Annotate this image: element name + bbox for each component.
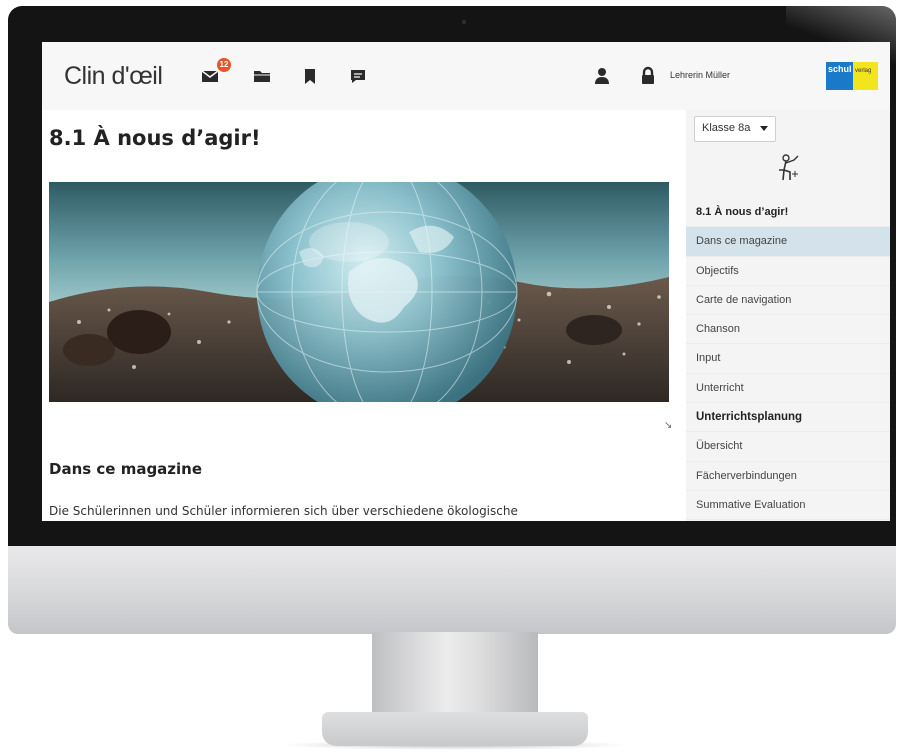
- teacher-board-icon[interactable]: [774, 154, 800, 184]
- sidebar: Klasse 8a 8.1 À nous d’agir! Dans ce mag…: [686, 110, 890, 521]
- monitor-stand-neck: [372, 632, 538, 720]
- page-title: 8.1 À nous d’agir!: [49, 126, 261, 150]
- publisher-logo-subtext: verlag: [855, 68, 872, 74]
- user-name[interactable]: Lehrerin Müller: [670, 70, 730, 80]
- chevron-down-icon: [760, 126, 768, 131]
- monitor: Clin d'œil 12 Lehrerin Müller schul verl…: [8, 6, 896, 634]
- sidebar-item-uebersicht[interactable]: Übersicht: [686, 432, 890, 462]
- chat-icon[interactable]: [348, 66, 368, 86]
- webcam: [462, 20, 466, 24]
- sidebar-section-unterrichtsplanung[interactable]: Unterrichtsplanung: [686, 403, 890, 433]
- monitor-chin: [8, 546, 896, 634]
- lock-icon[interactable]: [638, 66, 658, 86]
- user-icon[interactable]: [592, 66, 612, 86]
- sidebar-item-input[interactable]: Input: [686, 344, 890, 374]
- intro-paragraph: Die Schülerinnen und Schüler informieren…: [49, 504, 518, 518]
- mail-badge: 12: [217, 58, 231, 72]
- sidebar-item-objectifs[interactable]: Objectifs: [686, 257, 890, 286]
- class-select[interactable]: Klasse 8a: [694, 116, 776, 142]
- monitor-stand-base: [322, 712, 588, 746]
- publisher-logo-yellow: [853, 62, 878, 90]
- screen: Clin d'œil 12 Lehrerin Müller schul verl…: [42, 42, 890, 521]
- mail-icon[interactable]: [200, 66, 220, 86]
- sidebar-item-dans-ce-magazine[interactable]: Dans ce magazine: [686, 227, 890, 257]
- hero-image-globe: [49, 161, 669, 423]
- class-select-value: Klasse 8a: [702, 122, 751, 134]
- publisher-logo-text: schul: [828, 64, 852, 74]
- sidebar-item-faecherverbindungen[interactable]: Fächerverbindungen: [686, 462, 890, 491]
- folder-icon[interactable]: [252, 66, 272, 86]
- publisher-logo[interactable]: schul verlag: [826, 62, 878, 90]
- sidebar-item-chanson[interactable]: Chanson: [686, 315, 890, 345]
- sidebar-item-summative-evaluation[interactable]: Summative Evaluation: [686, 491, 890, 521]
- sidebar-item-carte-de-navigation[interactable]: Carte de navigation: [686, 286, 890, 316]
- top-bar: Clin d'œil 12 Lehrerin Müller schul verl…: [42, 42, 890, 110]
- bookmark-icon[interactable]: [300, 66, 320, 86]
- sidebar-item-title[interactable]: 8.1 À nous d’agir!: [686, 198, 890, 228]
- sidebar-nav: 8.1 À nous d’agir! Dans ce magazine Obje…: [686, 198, 890, 521]
- sidebar-item-unterricht[interactable]: Unterricht: [686, 374, 890, 404]
- section-heading: Dans ce magazine: [49, 460, 203, 478]
- app-logo[interactable]: Clin d'œil: [64, 62, 163, 91]
- resize-handle[interactable]: ↘: [664, 420, 672, 431]
